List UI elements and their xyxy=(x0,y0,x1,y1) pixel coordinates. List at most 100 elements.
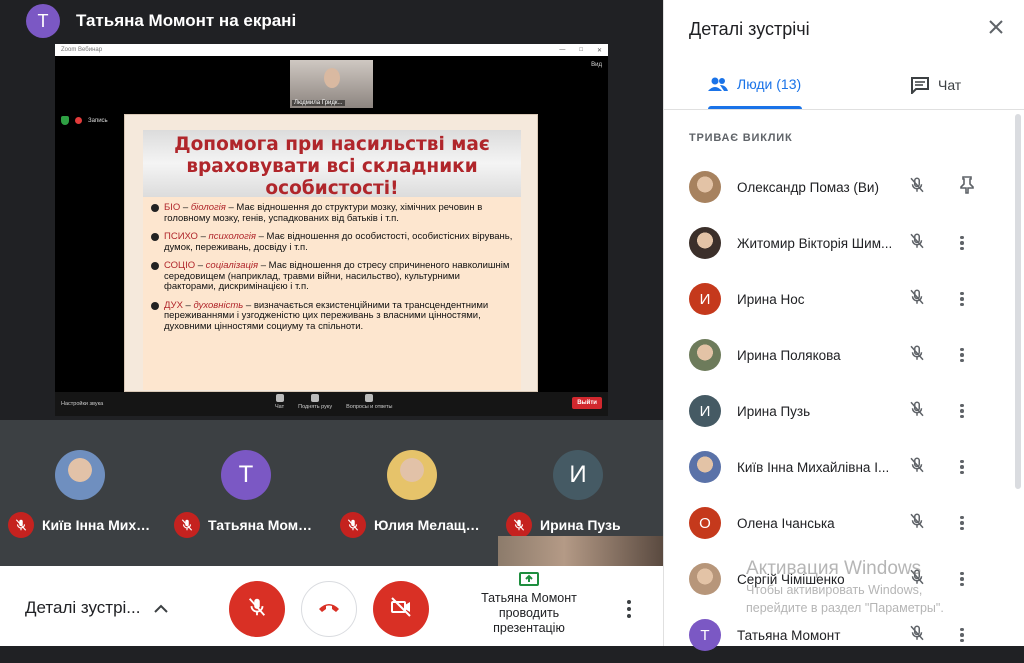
slide-content: Допомога при насильстві має враховувати … xyxy=(143,130,521,390)
presenting-indicator[interactable]: Татьяна Момонт проводить презентацію xyxy=(470,572,588,636)
more-vert-icon[interactable] xyxy=(960,403,964,419)
zoom-exit: Выйти xyxy=(572,397,602,409)
bullet-key: СОЦІО xyxy=(164,260,196,271)
more-vert-icon[interactable] xyxy=(960,459,964,475)
participant-avatar: Т xyxy=(689,619,721,651)
bullet-term: біологія xyxy=(190,202,226,213)
participant-avatar xyxy=(689,227,721,259)
presentation-slide: Допомога при насильстві має враховувати … xyxy=(124,114,538,392)
slide-title: Допомога при насильстві має враховувати … xyxy=(143,130,521,199)
more-options-icon[interactable] xyxy=(627,600,631,618)
watermark-line3: перейдите в раздел "Параметры". xyxy=(746,601,944,615)
mic-off-icon[interactable] xyxy=(908,232,926,255)
participant-name: Житомир Вікторія Шим... xyxy=(737,235,893,251)
self-view-video[interactable] xyxy=(498,536,663,566)
tab-people[interactable]: Люди (13) xyxy=(707,76,801,92)
camera-toggle-button[interactable] xyxy=(373,581,429,637)
mic-toggle-button[interactable] xyxy=(229,581,285,637)
slide-bullets: БІО – біологія – Має відношення до струк… xyxy=(143,197,521,332)
more-vert-icon[interactable] xyxy=(960,291,964,307)
more-vert-icon[interactable] xyxy=(960,515,964,531)
chat-icon xyxy=(275,394,284,402)
participant-row[interactable]: Житомир Вікторія Шим... xyxy=(664,215,1016,271)
meeting-details-label: Деталі зустрі... xyxy=(25,598,141,617)
control-bar: Деталі зустрі... Татьяна Момонт проводит… xyxy=(0,566,663,646)
participant-row[interactable]: Олександр Помаз (Ви) xyxy=(664,159,1016,215)
mic-off-icon[interactable] xyxy=(908,176,926,199)
zoom-view-button: Вид xyxy=(591,62,602,68)
bullet-text: БІО – біологія – Має відношення до струк… xyxy=(164,202,483,224)
participant-avatar xyxy=(689,563,721,595)
chat-icon xyxy=(911,77,929,94)
slide-bullet: СОЦІО – соціалізація – Має відношення до… xyxy=(151,260,513,293)
mic-off-icon[interactable] xyxy=(908,400,926,423)
minimize-icon: — xyxy=(559,46,566,53)
zoom-toolbar-center: Чат Поднять руку Вопросы и ответы xyxy=(275,394,392,410)
bullet-term: духовність xyxy=(193,299,244,311)
mic-off-icon xyxy=(506,512,532,538)
tile-avatar: Т xyxy=(221,450,271,500)
participant-row[interactable]: О Олена Ічанська xyxy=(664,495,1016,551)
mic-off-icon[interactable] xyxy=(908,456,926,479)
close-window-icon: ✕ xyxy=(596,47,602,54)
zoom-qa-label: Вопросы и ответы xyxy=(346,404,393,410)
bullet-dot-icon xyxy=(151,262,159,270)
participant-avatar xyxy=(689,171,721,203)
more-vert-icon[interactable] xyxy=(960,627,964,643)
zoom-audio-settings: Настройки звука xyxy=(61,401,104,407)
mic-off-icon[interactable] xyxy=(908,624,926,647)
bullet-text: ДУХ – духовність – визначається екзистен… xyxy=(164,299,489,332)
tile-avatar: И xyxy=(553,450,603,500)
participant-tile[interactable]: Т Татьяна Момонт xyxy=(166,450,326,538)
participant-tile[interactable]: Київ Інна Миха... xyxy=(0,450,160,538)
participant-tile[interactable]: И Ирина Пузь xyxy=(498,450,658,538)
participant-name: Ирина Пузь xyxy=(737,403,811,419)
windows-watermark: Активация Windows Чтобы активировать Win… xyxy=(746,558,944,616)
slide-bullet: ДУХ – духовність – визначається екзистен… xyxy=(151,299,513,333)
tile-name: Ирина Пузь xyxy=(540,517,621,533)
leave-call-button[interactable] xyxy=(301,581,357,637)
participant-name: Олександр Помаз (Ви) xyxy=(737,179,879,195)
participant-name: Ирина Нос xyxy=(737,291,805,307)
participant-tile[interactable]: Юлия Мелащен... xyxy=(332,450,492,538)
more-vert-icon[interactable] xyxy=(960,347,964,363)
bullet-text: ПСИХО – психологія – Має відношення до о… xyxy=(164,231,513,253)
record-label: Запись xyxy=(88,117,108,124)
zoom-window-titlebar: Zoom Вебинар — □ ✕ xyxy=(55,44,608,56)
zoom-raise-hand-label: Поднять руку xyxy=(298,404,333,410)
participant-avatar: И xyxy=(689,283,721,315)
zoom-main-area: Запись Допомога при насильстві має врахо… xyxy=(55,112,608,392)
tab-chat-label: Чат xyxy=(938,77,962,93)
meeting-details-panel: Деталі зустрічі Люди (13) Чат ТРИВАЄ ВИК… xyxy=(663,0,1024,651)
mic-off-icon[interactable] xyxy=(908,288,926,311)
tab-chat[interactable]: Чат xyxy=(910,76,961,94)
participant-row[interactable]: И Ирина Пузь xyxy=(664,383,1016,439)
close-icon[interactable] xyxy=(988,19,1004,40)
bullet-term: психологія xyxy=(208,231,257,242)
people-icon xyxy=(708,77,728,91)
mic-off-icon[interactable] xyxy=(908,512,926,535)
chevron-up-icon xyxy=(154,598,169,618)
section-label: ТРИВАЄ ВИКЛИК xyxy=(689,132,793,144)
present-screen-icon xyxy=(470,572,588,588)
participant-avatar xyxy=(689,339,721,371)
more-vert-icon[interactable] xyxy=(960,235,964,251)
zoom-chat: Чат xyxy=(275,394,284,410)
tile-name: Київ Інна Миха... xyxy=(42,517,152,533)
presenter-title: Татьяна Момонт на екрані xyxy=(76,11,297,30)
participant-row[interactable]: И Ирина Нос xyxy=(664,271,1016,327)
mic-off-icon[interactable] xyxy=(908,344,926,367)
panel-title: Деталі зустрічі xyxy=(689,19,810,39)
record-icon xyxy=(75,117,82,124)
participant-row[interactable]: Київ Інна Михайлівна І... xyxy=(664,439,1016,495)
participant-row[interactable]: Ирина Полякова xyxy=(664,327,1016,383)
bullet-dot-icon xyxy=(151,301,159,310)
pin-icon[interactable] xyxy=(960,175,974,199)
slide-bullet: БІО – біологія – Має відношення до струк… xyxy=(151,202,513,224)
qa-icon xyxy=(365,394,374,402)
bullet-key: БІО xyxy=(164,202,181,213)
zoom-toolbar: Настройки звука Чат Поднять руку Вопросы… xyxy=(55,392,608,416)
bullet-text: СОЦІО – соціалізація – Має відношення до… xyxy=(164,260,510,292)
meeting-details-button[interactable]: Деталі зустрі... xyxy=(25,598,169,618)
more-vert-icon[interactable] xyxy=(960,571,964,587)
